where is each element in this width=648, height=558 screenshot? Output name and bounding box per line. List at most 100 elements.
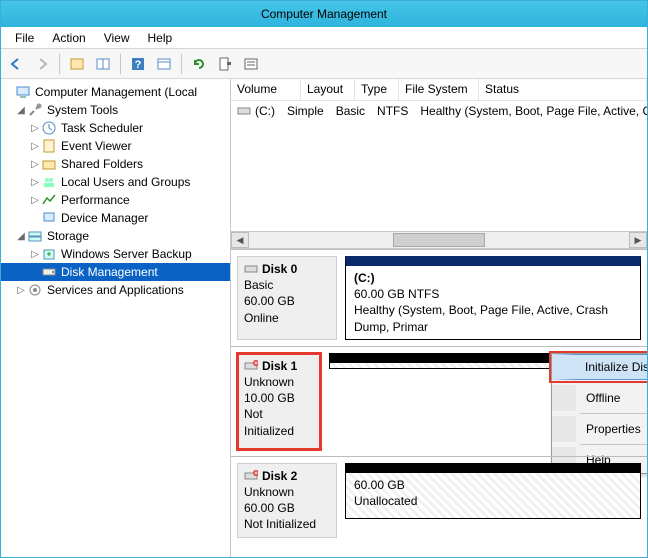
menu-action[interactable]: Action xyxy=(44,29,93,47)
menu-view[interactable]: View xyxy=(96,29,138,47)
twisty-icon[interactable]: ▷ xyxy=(15,285,27,296)
disk-name: Disk 0 xyxy=(262,261,297,277)
ctx-offline[interactable]: Offline xyxy=(552,385,647,411)
twisty-icon[interactable]: ▷ xyxy=(29,195,41,206)
menu-help[interactable]: Help xyxy=(140,29,181,47)
tree-root[interactable]: ▶ Computer Management (Local xyxy=(1,83,230,101)
services-icon xyxy=(27,282,43,298)
toolbar-separator xyxy=(120,54,121,74)
volume-strip-unallocated[interactable]: 60.00 GB Unallocated xyxy=(345,463,641,519)
disk-icon xyxy=(41,264,57,280)
twisty-icon: ▷ xyxy=(29,267,41,278)
disk-size: 60.00 GB xyxy=(244,293,330,309)
disk-type: Unknown xyxy=(244,484,330,500)
properties-button[interactable] xyxy=(153,53,175,75)
settings-icon[interactable] xyxy=(214,53,236,75)
toolbar-separator xyxy=(59,54,60,74)
volume-layout: Simple xyxy=(281,102,330,120)
tree-local-users[interactable]: ▷ Local Users and Groups xyxy=(1,173,230,191)
twisty-icon[interactable]: ▷ xyxy=(29,159,41,170)
window-title: Computer Management xyxy=(261,7,387,21)
disk-panel-2[interactable]: Disk 2 Unknown 60.00 GB Not Initialized … xyxy=(231,456,647,544)
backup-icon xyxy=(41,246,57,262)
menu-file[interactable]: File xyxy=(7,29,42,47)
disk-size: 60.00 GB xyxy=(244,500,330,516)
show-hide-tree-button[interactable] xyxy=(66,53,88,75)
twisty-icon: ▶ xyxy=(3,87,15,98)
menubar: File Action View Help xyxy=(1,27,647,49)
twisty-icon[interactable]: ▷ xyxy=(29,123,41,134)
col-filesystem[interactable]: File System xyxy=(399,79,479,100)
disk-info[interactable]: Disk 2 Unknown 60.00 GB Not Initialized xyxy=(237,463,337,538)
scroll-left-button[interactable]: ◀ xyxy=(231,232,249,248)
col-layout[interactable]: Layout xyxy=(301,79,355,100)
tree-windows-server-backup[interactable]: ▷ Windows Server Backup xyxy=(1,245,230,263)
disk-info[interactable]: Disk 0 Basic 60.00 GB Online xyxy=(237,256,337,340)
ctx-properties[interactable]: Properties xyxy=(552,416,647,442)
computer-icon xyxy=(15,84,31,100)
list-icon[interactable] xyxy=(240,53,262,75)
scroll-right-button[interactable]: ▶ xyxy=(629,232,647,248)
tree-task-scheduler[interactable]: ▷ Task Scheduler xyxy=(1,119,230,137)
tree-system-tools[interactable]: ◢ System Tools xyxy=(1,101,230,119)
disk-state: Online xyxy=(244,310,330,326)
twisty-icon[interactable]: ▷ xyxy=(29,177,41,188)
disk-type: Unknown xyxy=(244,374,314,390)
volume-list[interactable]: (C:) Simple Basic NTFS Healthy (System, … xyxy=(231,101,647,231)
tree-event-viewer[interactable]: ▷ Event Viewer xyxy=(1,137,230,155)
volume-type: Basic xyxy=(330,102,371,120)
svg-text:?: ? xyxy=(135,59,142,71)
disk-state: Not Initialized xyxy=(244,406,314,438)
help-button[interactable]: ? xyxy=(127,53,149,75)
toolbar-separator xyxy=(181,54,182,74)
volume-list-header[interactable]: Volume Layout Type File System Status xyxy=(231,79,647,101)
twisty-icon[interactable]: ▷ xyxy=(29,249,41,260)
twisty-icon[interactable]: ▷ xyxy=(29,141,41,152)
back-button[interactable] xyxy=(5,53,27,75)
disk-icon xyxy=(244,262,258,276)
horizontal-scrollbar[interactable]: ◀ ▶ xyxy=(231,231,647,249)
volume-drive: (C:) xyxy=(255,104,275,118)
volume-status-text: Unallocated xyxy=(354,493,632,509)
performance-icon xyxy=(41,192,57,208)
refresh-button[interactable] xyxy=(188,53,210,75)
tree-storage[interactable]: ◢ Storage xyxy=(1,227,230,245)
context-menu-separator xyxy=(580,413,647,414)
toolbar: ? xyxy=(1,49,647,79)
disk-type: Basic xyxy=(244,277,330,293)
volume-row[interactable]: (C:) Simple Basic NTFS Healthy (System, … xyxy=(231,101,647,121)
tree-disk-management[interactable]: ▷ Disk Management xyxy=(1,263,230,281)
scroll-track[interactable] xyxy=(249,232,629,248)
tree-device-manager[interactable]: ▷ Device Manager xyxy=(1,209,230,227)
device-icon xyxy=(41,210,57,226)
disk-graphical-view: Disk 0 Basic 60.00 GB Online (C:) 60.00 … xyxy=(231,249,647,557)
twisty-icon[interactable]: ◢ xyxy=(15,231,27,242)
col-volume[interactable]: Volume xyxy=(231,79,301,100)
disk-panel-1[interactable]: Disk 1 Unknown 10.00 GB Not Initialized … xyxy=(231,346,647,456)
storage-icon xyxy=(27,228,43,244)
col-type[interactable]: Type xyxy=(355,79,399,100)
view-columns-button[interactable] xyxy=(92,53,114,75)
disk-panel-0[interactable]: Disk 0 Basic 60.00 GB Online (C:) 60.00 … xyxy=(231,249,647,346)
context-menu-separator xyxy=(580,444,647,445)
volume-status: Healthy (System, Boot, Page File, Active… xyxy=(414,102,647,120)
disk-name: Disk 2 xyxy=(262,468,297,484)
tree-services-apps[interactable]: ▷ Services and Applications xyxy=(1,281,230,299)
ctx-initialize-disk[interactable]: Initialize Disk xyxy=(552,354,647,380)
disk-info[interactable]: Disk 1 Unknown 10.00 GB Not Initialized xyxy=(237,353,321,450)
clock-icon xyxy=(41,120,57,136)
scroll-thumb[interactable] xyxy=(393,233,484,247)
volume-detail: 60.00 GB xyxy=(354,477,632,493)
tree-performance[interactable]: ▷ Performance xyxy=(1,191,230,209)
context-menu-separator xyxy=(580,382,647,383)
disk-name: Disk 1 xyxy=(262,358,297,374)
volume-strip[interactable]: (C:) 60.00 GB NTFS Healthy (System, Boot… xyxy=(345,256,641,340)
disk-size: 10.00 GB xyxy=(244,390,314,406)
nav-tree[interactable]: ▶ Computer Management (Local ◢ System To… xyxy=(1,79,231,557)
col-status[interactable]: Status xyxy=(479,79,647,100)
forward-button[interactable] xyxy=(31,53,53,75)
twisty-icon[interactable]: ◢ xyxy=(15,105,27,116)
volume-fs: NTFS xyxy=(371,102,414,120)
disk-state: Not Initialized xyxy=(244,516,330,532)
tree-shared-folders[interactable]: ▷ Shared Folders xyxy=(1,155,230,173)
